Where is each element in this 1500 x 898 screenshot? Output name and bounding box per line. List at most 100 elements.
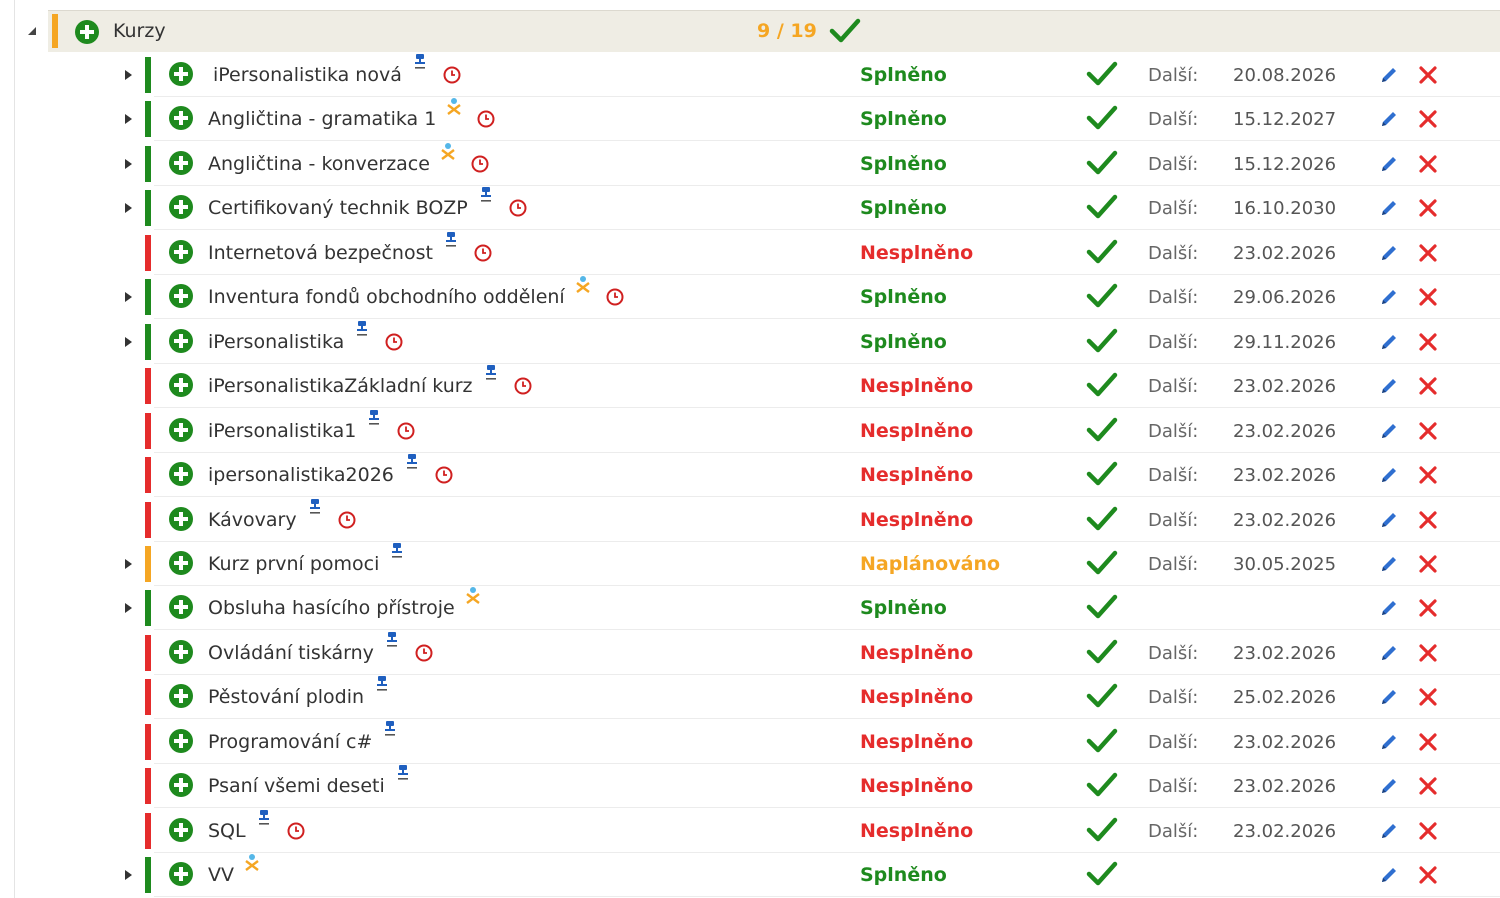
course-name[interactable]: Obsluha hasícího přístroje [208, 596, 455, 620]
course-row[interactable]: Psaní všemi deseti Nesplněno Další: 23.02.2… [0, 764, 1500, 808]
course-row[interactable]: SQL Nesplněno Další: 23.02.2026 [0, 809, 1500, 853]
course-name[interactable]: Kávovary [208, 508, 297, 532]
course-row[interactable]: Kurz první pomoci Naplánováno Další: 30.05.… [0, 542, 1500, 586]
delete-x-icon[interactable] [1417, 464, 1439, 486]
add-term-icon[interactable] [168, 817, 194, 843]
course-row[interactable]: Internetová bezpečnost Nesplněno Další: 23.… [0, 231, 1500, 275]
course-row[interactable]: Pěstování plodin Nesplněno Další: 25.02.202… [0, 675, 1500, 719]
collapse-triangle-icon[interactable] [26, 25, 38, 37]
add-term-icon[interactable] [168, 461, 194, 487]
edit-pencil-icon[interactable] [1379, 643, 1399, 663]
edit-pencil-icon[interactable] [1379, 421, 1399, 441]
edit-pencil-icon[interactable] [1379, 687, 1399, 707]
delete-x-icon[interactable] [1417, 375, 1439, 397]
expand-triangle-icon[interactable] [122, 290, 134, 304]
expand-triangle-icon[interactable] [122, 157, 134, 171]
course-row[interactable]: iPersonalistikaZákladní kurz Nesplněno Dal… [0, 364, 1500, 408]
expand-triangle-icon[interactable] [122, 868, 134, 882]
course-name[interactable]: Programování c# [208, 730, 372, 754]
course-name[interactable]: SQL [208, 819, 246, 843]
edit-pencil-icon[interactable] [1379, 65, 1399, 85]
course-name[interactable]: Angličtina - gramatika 1 [208, 107, 436, 131]
edit-pencil-icon[interactable] [1379, 776, 1399, 796]
delete-x-icon[interactable] [1417, 197, 1439, 219]
edit-pencil-icon[interactable] [1379, 154, 1399, 174]
delete-x-icon[interactable] [1417, 864, 1439, 886]
delete-x-icon[interactable] [1417, 820, 1439, 842]
edit-pencil-icon[interactable] [1379, 821, 1399, 841]
course-row[interactable]: Kávovary Nesplněno Další: 23.02.2026 [0, 498, 1500, 542]
delete-x-icon[interactable] [1417, 108, 1439, 130]
edit-pencil-icon[interactable] [1379, 332, 1399, 352]
edit-pencil-icon[interactable] [1379, 109, 1399, 129]
add-term-icon[interactable] [168, 772, 194, 798]
add-term-icon[interactable] [168, 728, 194, 754]
edit-pencil-icon[interactable] [1379, 554, 1399, 574]
expand-triangle-icon[interactable] [122, 68, 134, 82]
add-term-icon[interactable] [168, 372, 194, 398]
add-term-icon[interactable] [168, 194, 194, 220]
add-term-icon[interactable] [168, 61, 194, 87]
course-name[interactable]: iPersonalistika [208, 330, 344, 354]
course-row[interactable]: Obsluha hasícího přístroje Splněno [0, 586, 1500, 630]
delete-x-icon[interactable] [1417, 642, 1439, 664]
course-row[interactable]: iPersonalistika Splněno Další: 29.11.2026 [0, 320, 1500, 364]
expand-triangle-icon[interactable] [122, 601, 134, 615]
course-name[interactable]: VV [208, 863, 234, 887]
expand-triangle-icon[interactable] [122, 335, 134, 349]
delete-x-icon[interactable] [1417, 686, 1439, 708]
expand-triangle-icon[interactable] [122, 201, 134, 215]
course-row[interactable]: Angličtina - konverzace Splněno Další: 15.1… [0, 142, 1500, 186]
edit-pencil-icon[interactable] [1379, 287, 1399, 307]
edit-pencil-icon[interactable] [1379, 598, 1399, 618]
course-name[interactable]: iPersonalistikaZákladní kurz [208, 374, 473, 398]
course-row[interactable]: Programování c# Nesplněno Další: 23.02.2026 [0, 720, 1500, 764]
add-term-icon[interactable] [168, 150, 194, 176]
edit-pencil-icon[interactable] [1379, 376, 1399, 396]
course-row[interactable]: Angličtina - gramatika 1 Splněno Další: 15.… [0, 97, 1500, 141]
expand-triangle-icon[interactable] [122, 557, 134, 571]
add-term-icon[interactable] [168, 550, 194, 576]
delete-x-icon[interactable] [1417, 597, 1439, 619]
course-name[interactable]: ipersonalistika2026 [208, 463, 394, 487]
course-row[interactable]: Ovládání tiskárny Nesplněno Další: 23.02.20… [0, 631, 1500, 675]
delete-x-icon[interactable] [1417, 553, 1439, 575]
course-row[interactable]: ipersonalistika2026 Nesplněno Další: 23.02.… [0, 453, 1500, 497]
course-name[interactable]: Internetová bezpečnost [208, 241, 433, 265]
edit-pencil-icon[interactable] [1379, 198, 1399, 218]
course-row[interactable]: iPersonalistika nová Splněno Další: 20.08.2… [0, 53, 1500, 97]
add-term-icon[interactable] [168, 105, 194, 131]
add-term-icon[interactable] [168, 594, 194, 620]
edit-pencil-icon[interactable] [1379, 510, 1399, 530]
add-term-icon[interactable] [168, 506, 194, 532]
course-name[interactable]: Certifikovaný technik BOZP [208, 196, 468, 220]
edit-pencil-icon[interactable] [1379, 465, 1399, 485]
add-term-icon[interactable] [168, 417, 194, 443]
course-row[interactable]: Inventura fondů obchodního oddělení Splně… [0, 275, 1500, 319]
add-term-icon[interactable] [168, 328, 194, 354]
course-row[interactable]: Certifikovaný technik BOZP Splněno Další: 1… [0, 186, 1500, 230]
delete-x-icon[interactable] [1417, 331, 1439, 353]
add-term-icon[interactable] [168, 639, 194, 665]
edit-pencil-icon[interactable] [1379, 732, 1399, 752]
expand-triangle-icon[interactable] [122, 112, 134, 126]
course-name[interactable]: Kurz první pomoci [208, 552, 379, 576]
delete-x-icon[interactable] [1417, 286, 1439, 308]
course-name[interactable]: Angličtina - konverzace [208, 152, 430, 176]
delete-x-icon[interactable] [1417, 64, 1439, 86]
delete-x-icon[interactable] [1417, 731, 1439, 753]
course-name[interactable]: Pěstování plodin [208, 685, 364, 709]
delete-x-icon[interactable] [1417, 153, 1439, 175]
edit-pencil-icon[interactable] [1379, 865, 1399, 885]
add-term-icon[interactable] [168, 283, 194, 309]
delete-x-icon[interactable] [1417, 242, 1439, 264]
group-add-icon[interactable] [74, 19, 100, 45]
delete-x-icon[interactable] [1417, 775, 1439, 797]
delete-x-icon[interactable] [1417, 420, 1439, 442]
course-name[interactable]: Ovládání tiskárny [208, 641, 374, 665]
delete-x-icon[interactable] [1417, 509, 1439, 531]
course-name[interactable]: iPersonalistika nová [213, 63, 402, 87]
add-term-icon[interactable] [168, 683, 194, 709]
course-name[interactable]: Inventura fondů obchodního oddělení [208, 285, 565, 309]
edit-pencil-icon[interactable] [1379, 243, 1399, 263]
